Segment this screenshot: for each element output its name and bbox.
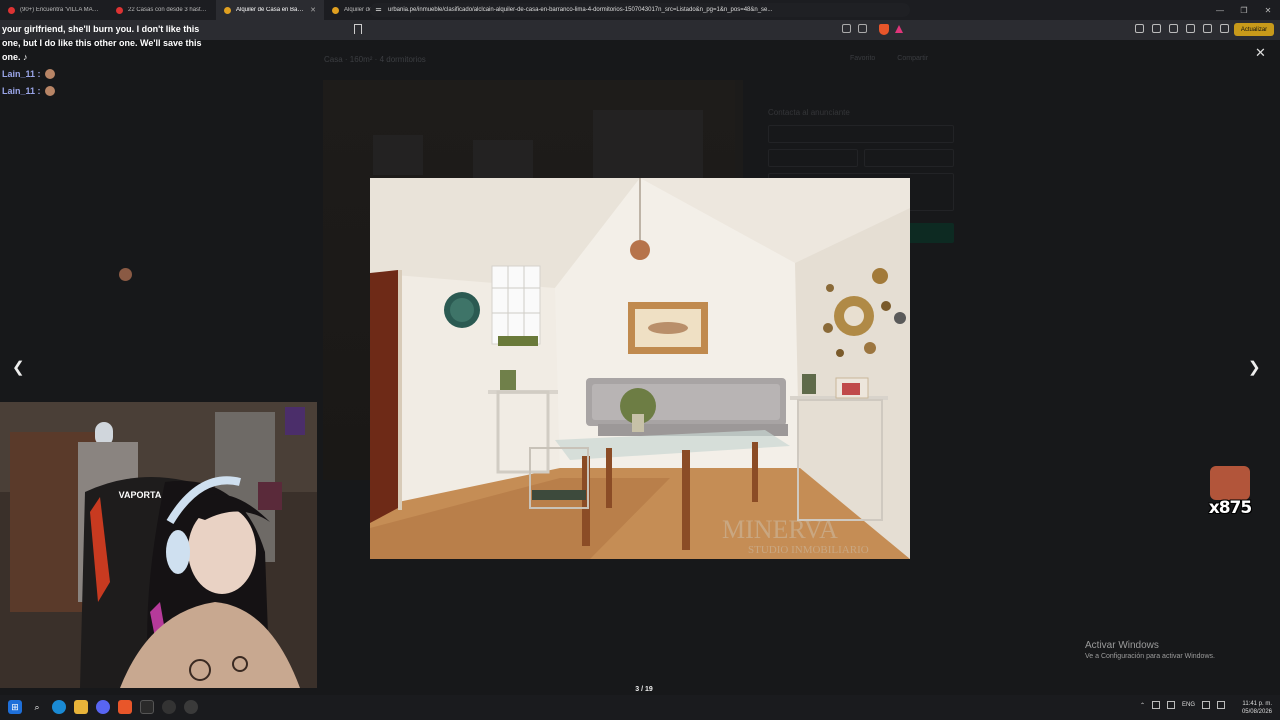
- address-bar[interactable]: urbania.pe/inmueble/clasificado/alclcain…: [370, 3, 910, 17]
- brave-icon[interactable]: [118, 700, 132, 714]
- watermark-sub: STUDIO INMOBILIARIO: [748, 544, 869, 556]
- vpn-icon[interactable]: [1186, 24, 1195, 33]
- bookmark-icon[interactable]: [354, 24, 362, 34]
- mic-icon[interactable]: [1167, 701, 1176, 709]
- emote-icon: [44, 69, 55, 79]
- dining-room-illustration: MINERVA STUDIO INMOBILIARIO: [370, 178, 910, 559]
- brave-shield-icon[interactable]: [879, 24, 889, 35]
- tab-22-casas[interactable]: 22 Casas con desde 3 hasta 5 dormitorios: [108, 0, 216, 20]
- multiplier-overlay: x875: [1206, 466, 1254, 522]
- windows-start-icon[interactable]: ⊞: [8, 700, 22, 714]
- emote-icon: [44, 86, 55, 96]
- brave-rewards-icon[interactable]: [895, 25, 903, 33]
- volume-icon[interactable]: [1217, 701, 1226, 709]
- search-icon[interactable]: ⌕: [30, 700, 44, 714]
- wallet-icon[interactable]: [1169, 24, 1178, 33]
- taskbar: ⊞ ⌕ ⌃ ENG: [0, 695, 1280, 720]
- clock-date: 05/08/2026: [1241, 709, 1272, 715]
- favicon-icon: [332, 6, 339, 14]
- wifi-icon[interactable]: [1202, 701, 1211, 709]
- minimize-icon[interactable]: —: [1208, 0, 1232, 20]
- edge-icon[interactable]: [52, 700, 66, 714]
- reader-icon[interactable]: [842, 24, 851, 33]
- clock-time: 11:41 p. m.: [1242, 701, 1272, 707]
- restore-icon[interactable]: ❐: [1232, 0, 1256, 20]
- language-indicator[interactable]: ENG: [1182, 702, 1195, 708]
- chat-line: Lain_11 :: [2, 67, 212, 81]
- tab-close-icon[interactable]: ✕: [310, 6, 316, 14]
- tab-villa-maria[interactable]: (90+) Encuentra 'VILLA MARIA DEL TRIUNFO: [0, 0, 108, 20]
- taskbar-clock[interactable]: 11:41 p. m. 05/08/2026: [1238, 700, 1272, 716]
- tray-chevron-icon[interactable]: ⌃: [1140, 702, 1145, 709]
- close-window-icon[interactable]: ✕: [1256, 0, 1280, 20]
- discord-icon[interactable]: [96, 700, 110, 714]
- tab-label: 22 Casas con desde 3 hasta 5 dormitorios: [128, 7, 208, 13]
- update-button[interactable]: Actualizar: [1234, 23, 1274, 36]
- stream-chat: your girlfriend, she'll burn you. I don'…: [2, 22, 212, 98]
- email-field[interactable]: [768, 149, 858, 167]
- favicon-icon: [224, 6, 231, 14]
- file-explorer-icon[interactable]: [74, 700, 88, 714]
- activate-sub: Ve a Configuración para activar Windows.: [1085, 653, 1215, 660]
- phone-field[interactable]: [864, 149, 954, 167]
- obs-icon[interactable]: [162, 700, 176, 714]
- contact-label: Contacta al anunciante: [768, 108, 850, 117]
- tab-barranco[interactable]: Alquiler de Casa en Barranco - Lima ✕: [216, 0, 324, 20]
- gallery-close-icon[interactable]: ✕: [1255, 45, 1266, 61]
- media-icon[interactable]: [1135, 24, 1144, 33]
- terminal-icon[interactable]: [140, 700, 154, 714]
- favorite-button[interactable]: Favorito: [850, 55, 875, 62]
- name-field[interactable]: [768, 125, 954, 143]
- floating-emote-icon: [119, 268, 132, 281]
- network-icon[interactable]: [1152, 701, 1161, 709]
- share-button[interactable]: Compartir: [897, 55, 928, 62]
- page-title: Casa · 160m² · 4 dormitorios: [324, 55, 426, 64]
- favicon-icon: [8, 6, 15, 14]
- chat-message: your girlfriend, she'll burn you. I don'…: [2, 24, 202, 62]
- emote-face-icon: [1210, 466, 1250, 500]
- svg-text:VAPORTA: VAPORTA: [119, 490, 162, 500]
- gallery-prev-icon[interactable]: ❮: [12, 358, 25, 376]
- window-controls: — ❐ ✕: [1208, 0, 1280, 20]
- toolbar-right-icons: [1135, 24, 1246, 33]
- gallery-photo: MINERVA STUDIO INMOBILIARIO: [370, 178, 910, 559]
- address-actions: [842, 24, 867, 33]
- chat-username: Lain_11 :: [2, 86, 41, 96]
- extensions-icon[interactable]: [1203, 24, 1212, 33]
- shield-icon[interactable]: [1220, 24, 1229, 33]
- tab-label: (90+) Encuentra 'VILLA MARIA DEL TRIUNFO: [20, 7, 100, 13]
- watermark: MINERVA: [722, 515, 838, 544]
- page-actions: Favorito Compartir: [850, 55, 928, 62]
- multiplier-text: x875: [1208, 498, 1252, 518]
- site-info-icon[interactable]: [375, 6, 382, 13]
- share-icon[interactable]: [858, 24, 867, 33]
- favicon-icon: [116, 6, 123, 14]
- activate-windows: Activar Windows Ve a Configuración para …: [1085, 640, 1215, 660]
- chat-line: Lain_11 :: [2, 84, 212, 98]
- chat-username: Lain_11 :: [2, 69, 41, 79]
- taskbar-apps: ⊞ ⌕: [8, 700, 198, 714]
- sidebar-icon[interactable]: [1152, 24, 1161, 33]
- tab-label: Alquiler de Casa en Barranco - Lima: [236, 7, 305, 13]
- webcam-illustration: VAPORTA: [0, 402, 317, 688]
- gallery-counter: 3 / 19: [635, 686, 653, 693]
- app-icon[interactable]: [184, 700, 198, 714]
- url-text: urbania.pe/inmueble/clasificado/alclcain…: [388, 7, 773, 13]
- gallery-next-icon[interactable]: ❯: [1248, 358, 1261, 376]
- webcam-feed: VAPORTA: [0, 402, 317, 688]
- system-tray: ⌃ ENG: [1140, 701, 1226, 709]
- activate-title: Activar Windows: [1085, 640, 1159, 651]
